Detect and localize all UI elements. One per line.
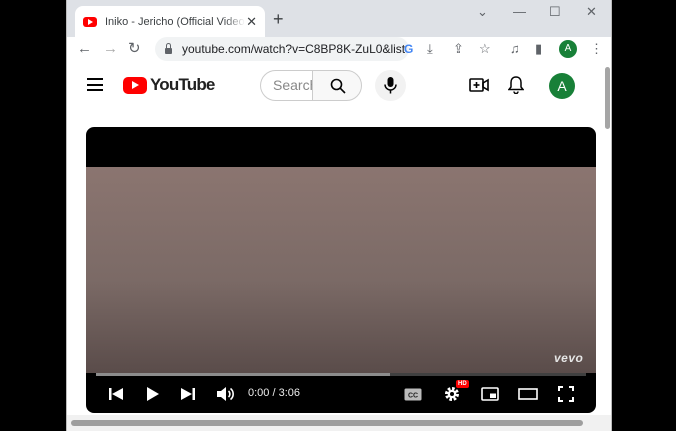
buffered-bar [96, 373, 390, 376]
bookmark-star-icon[interactable]: ☆ [479, 40, 491, 58]
horizontal-scrollbar[interactable] [67, 415, 611, 431]
theater-mode-icon[interactable] [518, 388, 538, 400]
install-icon[interactable]: ⤓ [427, 40, 433, 58]
search-icon [330, 78, 346, 94]
previous-icon[interactable] [108, 386, 124, 402]
media-control-icon[interactable]: ♫ [510, 40, 520, 58]
hamburger-menu-icon[interactable] [87, 78, 103, 91]
create-video-icon[interactable] [469, 77, 489, 93]
browser-toolbar: ← → ↻ youtube.com/watch?v=C8BP8K-ZuL0&li… [67, 37, 611, 63]
time-display: 0:00 / 3:06 [248, 387, 300, 399]
window-close-button[interactable]: ✕ [586, 4, 597, 20]
search-button[interactable] [312, 70, 362, 101]
hd-badge: HD [456, 380, 469, 388]
captions-icon[interactable]: CC [404, 388, 422, 401]
microphone-icon [384, 77, 397, 94]
google-lens-icon[interactable]: G [404, 40, 413, 58]
tab-title: Iniko - Jericho (Official Video) - YouTu… [105, 15, 245, 28]
youtube-logo[interactable]: YouTube [123, 75, 215, 95]
reload-icon[interactable]: ↻ [128, 39, 141, 59]
browser-tab[interactable]: Iniko - Jericho (Official Video) - YouTu… [75, 6, 265, 37]
lock-icon [165, 42, 172, 54]
account-avatar[interactable]: A [549, 73, 575, 99]
share-icon[interactable]: ⇪ [453, 40, 464, 58]
new-tab-button[interactable]: + [273, 10, 284, 28]
address-bar[interactable]: youtube.com/watch?v=C8BP8K-ZuL0&list... [155, 37, 409, 61]
vertical-scrollbar[interactable] [603, 63, 611, 415]
back-arrow-icon[interactable]: ← [77, 39, 92, 59]
tab-search-chevron-icon[interactable]: ⌄ [477, 4, 488, 20]
browser-menu-icon[interactable]: ⋮ [590, 40, 603, 58]
fullscreen-icon[interactable] [558, 386, 574, 402]
youtube-favicon-icon [83, 16, 97, 27]
video-player[interactable]: vevo 0:00 / 3:06 CC HD [86, 127, 596, 413]
youtube-play-logo-icon [123, 76, 147, 94]
voice-search-button[interactable] [375, 70, 406, 101]
browser-profile-avatar[interactable]: A [559, 40, 577, 58]
side-panel-icon[interactable]: ▮ [535, 40, 542, 58]
horizontal-scroll-thumb[interactable] [71, 420, 583, 426]
play-icon[interactable] [146, 386, 160, 402]
tab-strip: Iniko - Jericho (Official Video) - YouTu… [67, 0, 611, 37]
progress-bar[interactable] [96, 373, 586, 376]
tab-close-icon[interactable]: ✕ [246, 14, 257, 30]
forward-arrow-icon[interactable]: → [103, 39, 118, 59]
vertical-scroll-thumb[interactable] [605, 67, 610, 129]
minimize-button[interactable]: — [513, 4, 526, 19]
youtube-page: YouTube Search A [67, 63, 603, 415]
notifications-bell-icon[interactable] [508, 76, 524, 94]
next-icon[interactable] [180, 386, 196, 402]
maximize-button[interactable]: ☐ [549, 4, 561, 20]
captions-label: CC [408, 393, 418, 400]
url-text[interactable]: youtube.com/watch?v=C8BP8K-ZuL0&list... [182, 42, 406, 56]
volume-icon[interactable] [216, 386, 234, 402]
player-controls: 0:00 / 3:06 CC HD [86, 379, 596, 413]
search-input[interactable]: Search [260, 70, 312, 101]
youtube-wordmark: YouTube [150, 75, 215, 94]
browser-window: Iniko - Jericho (Official Video) - YouTu… [66, 0, 612, 431]
vevo-watermark: vevo [554, 351, 584, 365]
video-frame[interactable] [86, 167, 596, 373]
miniplayer-icon[interactable] [481, 387, 499, 401]
